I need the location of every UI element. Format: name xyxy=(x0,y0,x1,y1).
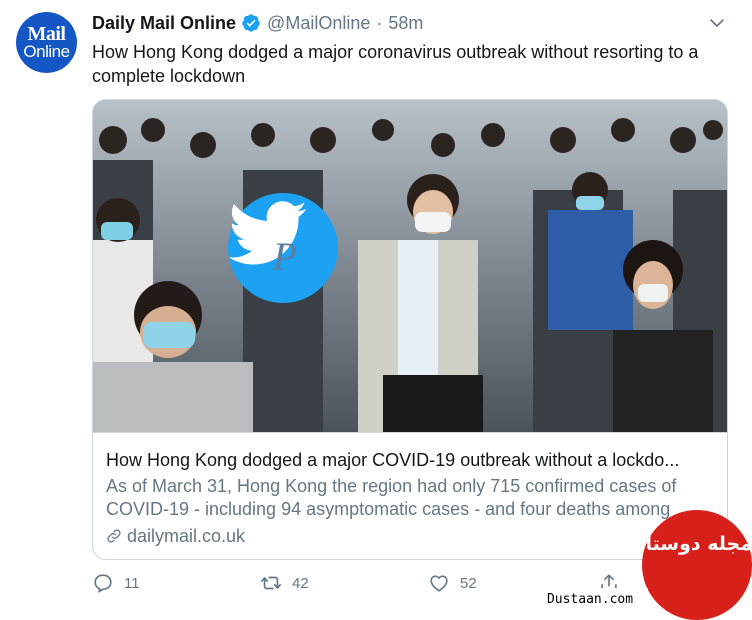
reply-button[interactable]: 11 xyxy=(92,572,140,594)
separator-dot: · xyxy=(376,12,383,33)
watermark: مجله دوستان Dustaan.com xyxy=(532,508,752,620)
avatar-logo-line1: Mail xyxy=(27,22,67,45)
tweet-text: How Hong Kong dodged a major coronavirus… xyxy=(92,42,699,86)
retweet-count: 42 xyxy=(292,574,309,592)
verified-badge-icon xyxy=(242,14,260,32)
card-domain-text: dailymail.co.uk xyxy=(127,525,246,546)
display-name[interactable]: Daily Mail Online xyxy=(92,13,236,34)
reply-count: 11 xyxy=(124,574,140,592)
timestamp[interactable]: 58m xyxy=(388,13,423,34)
card-title: How Hong Kong dodged a major COVID-19 ou… xyxy=(106,450,680,470)
heart-icon xyxy=(430,575,448,592)
avatar-logo-line2: Online xyxy=(23,41,70,61)
avatar[interactable]: Mail Online xyxy=(16,12,77,73)
tweet-header: Daily Mail Online @MailOnline · 58m xyxy=(92,12,423,34)
card-image[interactable]: P xyxy=(93,100,727,432)
like-count: 52 xyxy=(460,574,477,592)
overlay-letter: P xyxy=(272,234,297,279)
like-button[interactable]: 52 xyxy=(428,572,477,594)
watermark-badge xyxy=(642,510,752,620)
link-card[interactable]: P How Hong Kong dodged a major COVID-19 … xyxy=(92,99,728,560)
chevron-down-icon[interactable] xyxy=(708,14,726,32)
card-domain: dailymail.co.uk xyxy=(106,524,245,548)
retweet-button[interactable]: 42 xyxy=(260,572,309,594)
reply-icon xyxy=(94,574,112,593)
watermark-site-name: مجله دوستان xyxy=(629,533,752,555)
retweet-icon xyxy=(261,576,281,590)
link-icon xyxy=(107,529,121,543)
watermark-domain: Dustaan.com xyxy=(532,588,648,611)
handle[interactable]: @MailOnline xyxy=(267,13,370,34)
tweet[interactable]: Mail Online Daily Mail Online @MailOnlin… xyxy=(0,0,752,620)
